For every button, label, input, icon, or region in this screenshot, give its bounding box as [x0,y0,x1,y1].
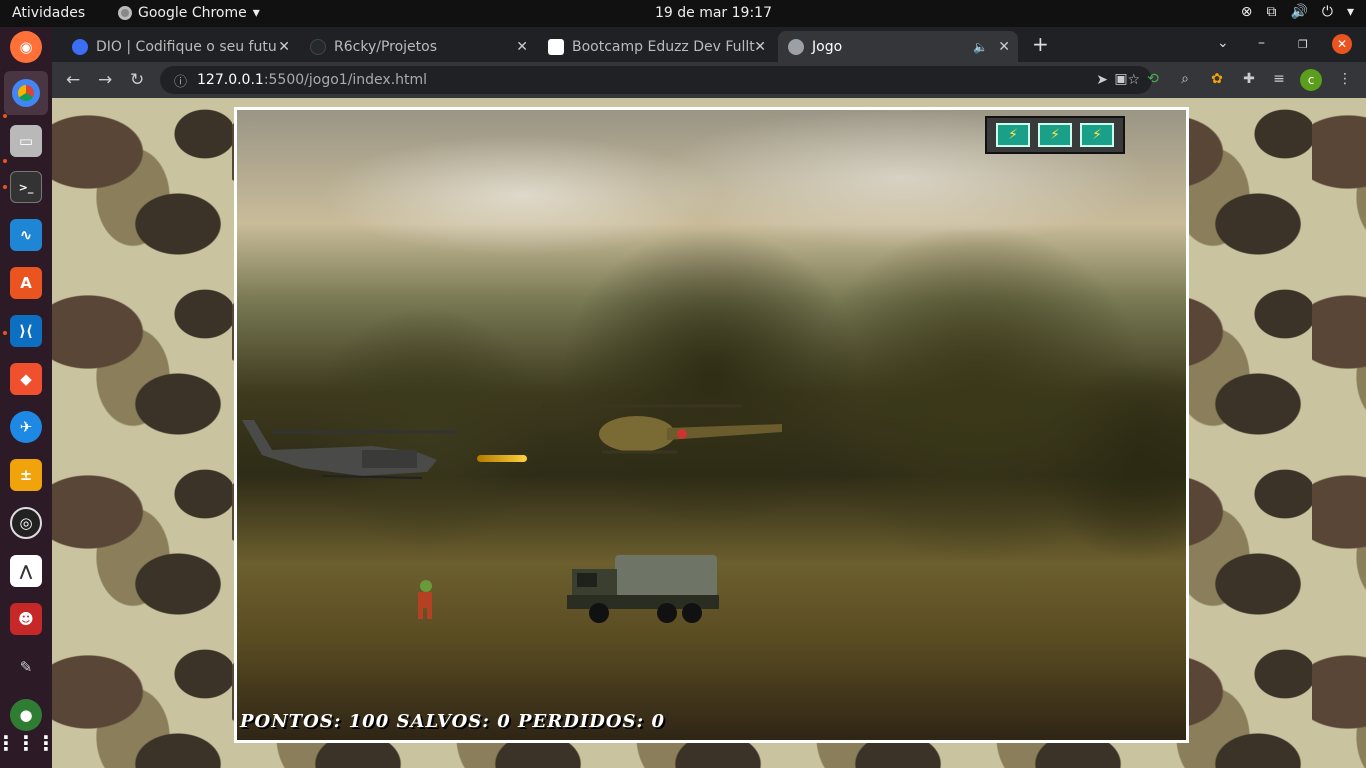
bullet [477,455,527,462]
url-path: :5500/jogo1/index.html [263,72,428,88]
video-app-icon[interactable]: ☻ [10,603,42,635]
software-center-icon[interactable]: A [10,267,42,299]
tab-strip: DIO | Codifique o seu futu ✕ R6cky/Proje… [52,27,1366,62]
gimp-icon[interactable]: ✎ [10,651,42,683]
app-menu-label: Google Chrome [138,5,247,21]
score-display: PONTOS: 100 SALVOS: 0 PERDIDOS: 0 [240,711,665,732]
profile-avatar[interactable]: c [1300,69,1322,91]
extension-refresh-icon[interactable]: ⟲ [1144,71,1162,89]
terminal-icon[interactable]: >_ [10,171,42,203]
reload-icon[interactable]: ↻ [130,70,144,90]
browser-toolbar: ← → ↻ ⓘ 127.0.0.1:5500/jogo1/index.html … [52,62,1366,98]
tab-trello[interactable]: Bootcamp Eduzz Dev Fullt ✕ [538,31,774,62]
system-tray[interactable]: ⊗ ⧉ 🔊 ⏻ ▾ [1241,4,1354,20]
page-viewport: ⚡ ⚡ ⚡ PONTOS: 100 SALVOS: 0 PERDIDOS: 0 [52,98,1366,768]
menu-kebab-icon[interactable]: ⋮ [1336,71,1354,89]
vscode-icon[interactable]: ⟩⟨ [10,315,42,347]
energy-cell-icon: ⚡ [1080,123,1114,147]
obs-icon[interactable]: ◎ [10,507,42,539]
enemy-helicopter [542,404,782,454]
player-helicopter [242,420,457,479]
close-tab-icon[interactable]: ✕ [278,39,290,55]
chrome-dock-icon[interactable] [4,71,48,115]
app-menu[interactable]: Google Chrome ▾ [118,5,260,21]
url-host: 127.0.0.1 [197,72,264,88]
minimize-button[interactable]: – [1258,35,1265,51]
network-icon: ⧉ [1266,4,1277,20]
running-indicator [3,114,7,118]
game-canvas[interactable]: ⚡ ⚡ ⚡ PONTOS: 100 SALVOS: 0 PERDIDOS: 0 [234,107,1189,743]
send-icon[interactable]: ➤ [1096,72,1108,88]
forest-background [237,230,1186,560]
media-control-icon[interactable]: ≡ [1270,71,1288,89]
extension-ads-icon[interactable]: ✿ [1208,71,1226,89]
clock[interactable]: 19 de mar 19:17 [655,5,772,21]
energy-cell-icon: ⚡ [996,123,1030,147]
volume-icon: 🔊 [1290,4,1308,20]
dio-favicon-icon [72,38,88,55]
close-tab-icon[interactable]: ✕ [754,39,766,55]
tab-title: Bootcamp Eduzz Dev Fullt [572,38,755,55]
browser-icon[interactable]: ✈ [10,411,42,443]
info-icon[interactable]: ⓘ [174,71,187,90]
restore-button[interactable]: ❐ [1298,38,1308,51]
url-text: 127.0.0.1:5500/jogo1/index.html [197,72,427,88]
tab-title: Jogo [812,38,843,55]
extension-json-icon[interactable]: ▣ [1112,71,1130,89]
calculator-icon[interactable]: ± [10,459,42,491]
new-tab-button[interactable]: + [1032,32,1049,56]
chrome-app-icon [118,6,132,20]
forward-arrow-icon[interactable]: → [98,70,112,90]
extensions-puzzle-icon[interactable]: ✚ [1240,71,1258,89]
dock: ◉ ▭ >_ ∿ A ⟩⟨ ◆ ✈ ± ◎ ⋀ ☻ ✎ ● ⋮⋮⋮ [0,27,56,768]
show-applications-icon[interactable]: ⋮⋮⋮ [0,727,56,759]
network-status-icon: ⊗ [1240,4,1253,20]
tab-dio[interactable]: DIO | Codifique o seu futu ✕ [62,31,298,62]
system-monitor-icon[interactable]: ∿ [10,219,42,251]
tab-github[interactable]: R6cky/Projetos ✕ [300,31,536,62]
address-bar[interactable]: ⓘ 127.0.0.1:5500/jogo1/index.html ➤ ☆ [160,66,1152,94]
tab-title: R6cky/Projetos [334,38,438,55]
energy-bar: ⚡ ⚡ ⚡ [985,116,1125,154]
firefox-icon[interactable]: ◉ [10,31,42,63]
running-indicator [3,185,7,189]
tab-jogo[interactable]: Jogo 🔈 ✕ [778,31,1018,62]
gnome-top-bar: Atividades Google Chrome ▾ 19 de mar 19:… [0,0,1366,27]
activities-button[interactable]: Atividades [12,5,85,21]
chrome-icon [12,79,40,107]
chevron-down-icon: ▾ [252,5,260,21]
extension-search-icon[interactable]: ⌕ [1176,71,1194,89]
close-window-button[interactable]: ✕ [1332,34,1352,54]
chevron-down-icon: ▾ [1346,4,1354,20]
tab-search-icon[interactable]: ⌄ [1217,35,1229,51]
back-arrow-icon[interactable]: ← [66,70,80,90]
files-icon[interactable]: ▭ [10,125,42,157]
close-tab-icon[interactable]: ✕ [516,39,528,55]
globe-icon [788,38,804,55]
close-tab-icon[interactable]: ✕ [998,39,1010,55]
running-indicator [3,159,7,163]
trello-favicon-icon [548,38,564,55]
git-client-icon[interactable]: ◆ [10,363,42,395]
hostage-character [418,580,432,619]
energy-cell-icon: ⚡ [1038,123,1072,147]
tab-title: DIO | Codifique o seu futu [96,38,277,55]
running-indicator [3,331,7,335]
army-truck [567,555,719,623]
speaker-icon[interactable]: 🔈 [973,40,988,54]
power-icon: ⏻ [1321,4,1333,20]
network-tool-icon[interactable]: ⋀ [10,555,42,587]
github-favicon-icon [310,38,326,55]
